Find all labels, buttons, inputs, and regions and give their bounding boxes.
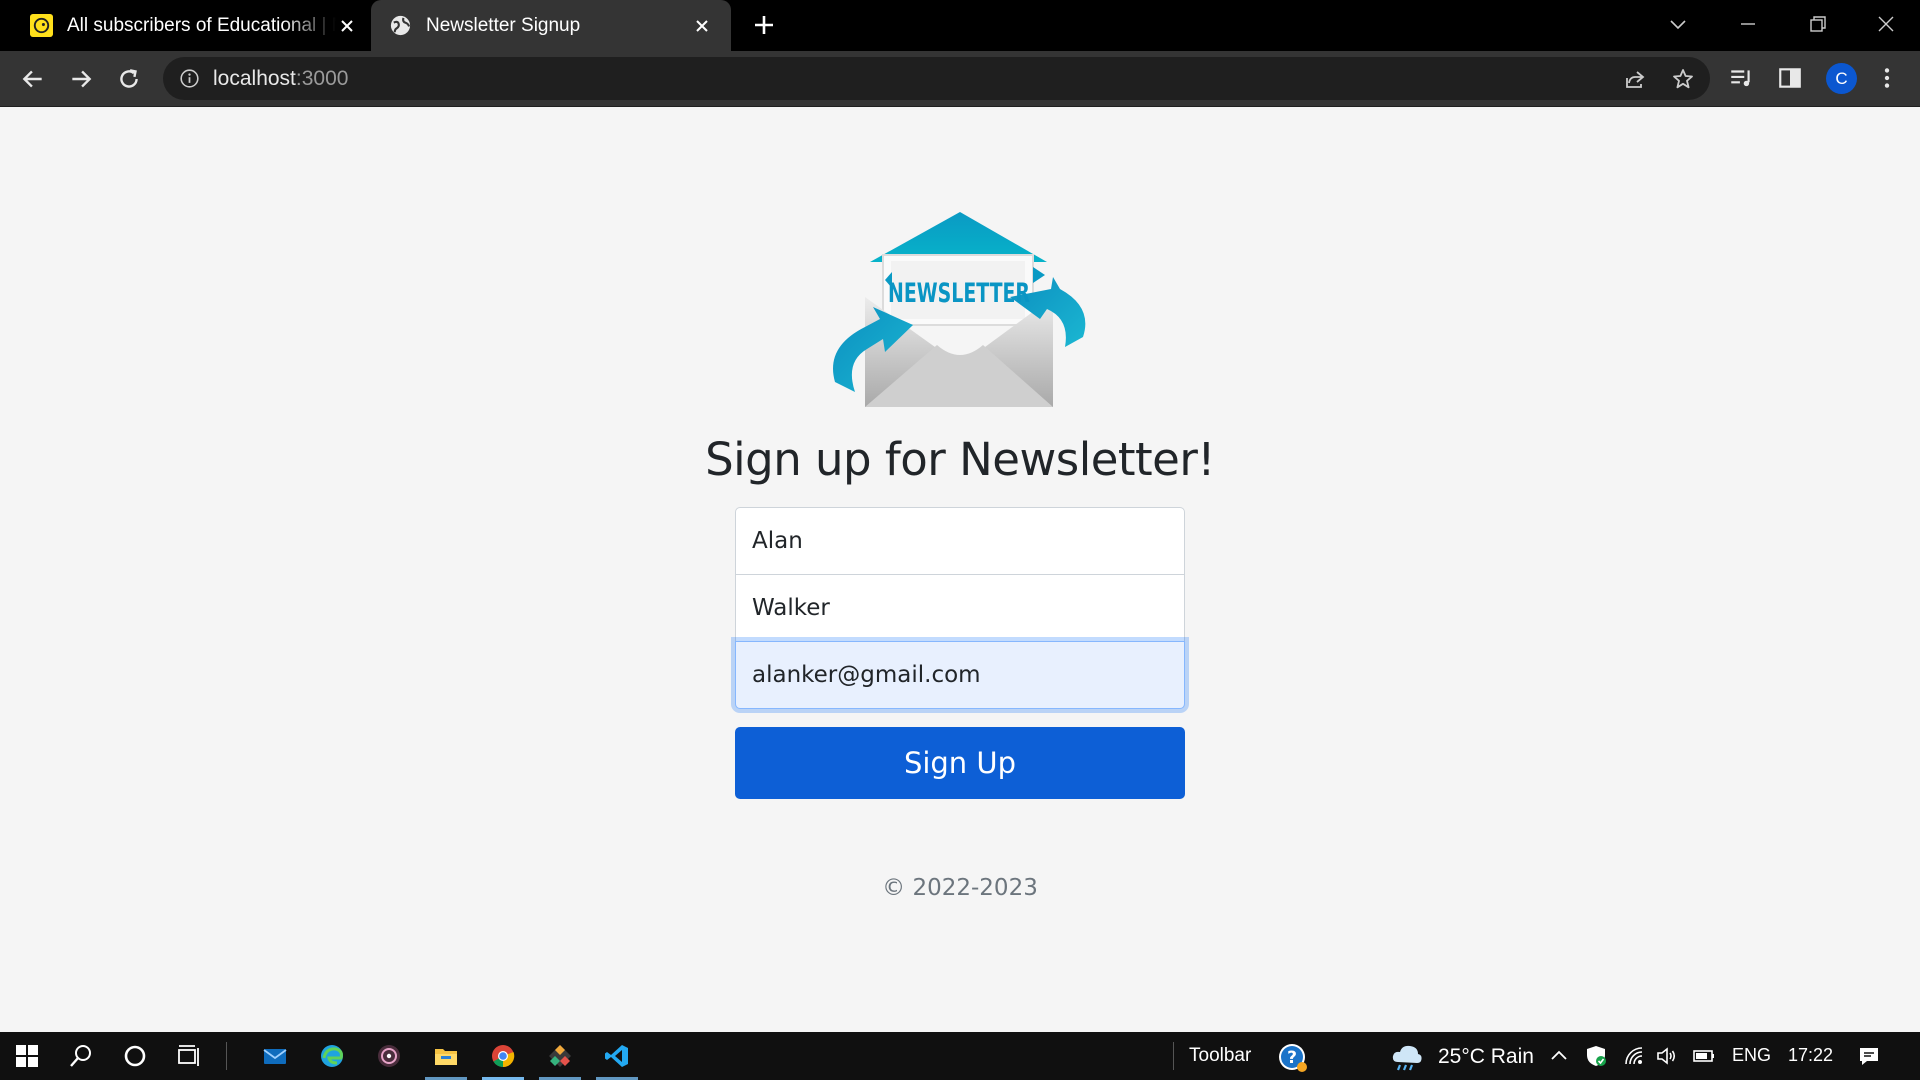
- weather-text[interactable]: 25°C Rain: [1438, 1045, 1534, 1069]
- back-icon[interactable]: [20, 66, 46, 92]
- last-name-input[interactable]: [735, 574, 1185, 642]
- chrome-icon: [492, 1045, 515, 1068]
- profile-avatar[interactable]: C: [1826, 63, 1857, 94]
- side-panel-icon[interactable]: [1777, 65, 1803, 91]
- taskbar-separator: [1173, 1042, 1174, 1070]
- address-bar[interactable]: localhost:3000: [163, 57, 1710, 100]
- weather-rain-icon[interactable]: [1390, 1042, 1424, 1072]
- battery-icon[interactable]: [1692, 1044, 1716, 1068]
- search-button[interactable]: [66, 1041, 96, 1071]
- network-icon[interactable]: [1622, 1044, 1646, 1068]
- git-client-icon: [549, 1045, 571, 1067]
- vscode-app[interactable]: [596, 1041, 638, 1080]
- newsletter-logo: NEWSLETTER: [833, 212, 1086, 407]
- tab-title: Newsletter Signup: [426, 14, 581, 36]
- show-hidden-icons-chevron-icon[interactable]: [1547, 1044, 1571, 1068]
- windows-taskbar: Toolbar ? 25°C Rain ENG 17:22: [0, 1032, 1920, 1080]
- mail-app[interactable]: [260, 1041, 290, 1071]
- file-explorer-app[interactable]: [425, 1041, 467, 1080]
- task-view-icon: [178, 1045, 199, 1066]
- chrome-app[interactable]: [482, 1041, 524, 1080]
- taskbar-separator: [226, 1042, 227, 1070]
- tab-strip: All subscribers of Educational | M Newsl…: [0, 0, 1920, 51]
- new-tab-icon[interactable]: [752, 13, 776, 37]
- more-menu-icon[interactable]: [1874, 65, 1900, 91]
- globe-icon: [390, 15, 411, 36]
- sign-up-button[interactable]: Sign Up: [735, 727, 1185, 799]
- media-app[interactable]: [374, 1041, 404, 1071]
- edge-icon: [321, 1045, 343, 1067]
- first-name-input[interactable]: [735, 507, 1185, 575]
- copyright-text: © 2022-2023: [882, 875, 1038, 901]
- tab-mailchimp[interactable]: All subscribers of Educational | M: [30, 0, 358, 51]
- reload-icon[interactable]: [116, 66, 142, 92]
- windows-logo-icon: [16, 1045, 38, 1067]
- notifications-icon[interactable]: [1857, 1044, 1881, 1068]
- tab-search-icon[interactable]: [1666, 12, 1690, 36]
- bookmark-star-icon[interactable]: [1671, 67, 1695, 91]
- language-indicator[interactable]: ENG: [1732, 1045, 1771, 1066]
- email-input[interactable]: [735, 641, 1185, 709]
- browser-toolbar: localhost:3000 C: [0, 51, 1920, 106]
- vscode-icon: [605, 1045, 628, 1067]
- mail-icon: [263, 1049, 287, 1064]
- task-view-button[interactable]: [174, 1041, 204, 1071]
- site-info-icon[interactable]: [179, 68, 200, 89]
- forward-icon[interactable]: [68, 66, 94, 92]
- mailchimp-icon: [30, 14, 53, 37]
- tab-newsletter-signup[interactable]: Newsletter Signup: [371, 0, 731, 51]
- volume-icon[interactable]: [1655, 1044, 1679, 1068]
- tab-title: All subscribers of Educational | M: [67, 14, 336, 36]
- search-icon: [70, 1045, 91, 1067]
- restore-icon[interactable]: [1806, 12, 1830, 36]
- page-content: NEWSLETTER Sign up for Newsletter! Sign …: [0, 107, 1920, 1032]
- folder-icon: [435, 1049, 457, 1065]
- cortana-button[interactable]: [120, 1041, 150, 1071]
- help-icon[interactable]: ?: [1277, 1042, 1309, 1074]
- git-app[interactable]: [539, 1041, 581, 1080]
- start-button[interactable]: [12, 1041, 42, 1071]
- share-icon[interactable]: [1623, 67, 1647, 91]
- toolbar-label[interactable]: Toolbar: [1189, 1045, 1251, 1067]
- edge-app[interactable]: [317, 1041, 347, 1071]
- minimize-icon[interactable]: [1736, 12, 1760, 36]
- url-host: localhost: [213, 67, 296, 90]
- close-tab-icon[interactable]: [336, 15, 358, 37]
- media-controls-icon[interactable]: [1728, 65, 1754, 91]
- logo-text: NEWSLETTER: [888, 278, 1030, 309]
- svg-text:?: ?: [1287, 1048, 1297, 1068]
- cortana-icon: [124, 1045, 146, 1067]
- signup-form: [735, 507, 1185, 709]
- security-shield-icon[interactable]: [1584, 1044, 1608, 1068]
- close-window-icon[interactable]: [1874, 12, 1898, 36]
- media-player-icon: [378, 1045, 400, 1067]
- close-tab-icon[interactable]: [691, 15, 713, 37]
- page-title: Sign up for Newsletter!: [705, 433, 1215, 486]
- clock[interactable]: 17:22: [1788, 1045, 1833, 1066]
- url-port: :3000: [295, 67, 349, 90]
- url-text: localhost:3000: [213, 67, 348, 91]
